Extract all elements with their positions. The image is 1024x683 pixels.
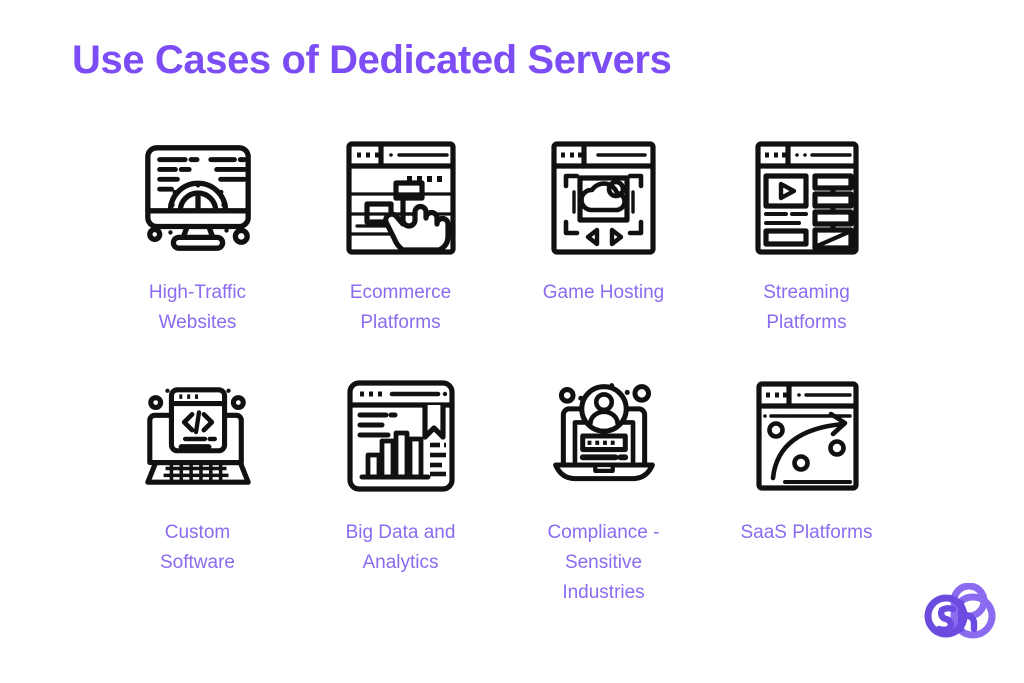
use-case-card-ecommerce-platforms[interactable]: Ecommerce Platforms [299, 138, 502, 348]
browser-arrow-nodes-icon [747, 376, 867, 496]
infographic-root: Use Cases of Dedicated Servers High-Traf… [0, 0, 1024, 683]
use-case-card-compliance-sensitive-industries[interactable]: Compliance - Sensitive Industries [502, 376, 705, 608]
use-case-card-custom-software[interactable]: Custom Software [96, 376, 299, 608]
use-case-label: High-Traffic Websites [148, 282, 247, 333]
use-case-card-big-data-analytics[interactable]: Big Data and Analytics [299, 376, 502, 608]
use-case-grid: High-Traffic Websites Ecommerce Platform… [96, 138, 908, 608]
use-case-card-game-hosting[interactable]: Game Hosting [502, 138, 705, 348]
use-case-label: Ecommerce Platforms [349, 282, 452, 333]
use-case-card-streaming-platforms[interactable]: Streaming Platforms [705, 138, 908, 348]
browser-bar-chart-bookmark-icon [341, 376, 461, 496]
use-case-label: Streaming Platforms [763, 282, 850, 333]
sh-cloud-logo [924, 582, 996, 641]
page-title: Use Cases of Dedicated Servers [72, 38, 672, 82]
browser-cloud-player-icon [544, 138, 664, 258]
use-case-label: SaaS Platforms [740, 522, 873, 543]
use-case-card-high-traffic-websites[interactable]: High-Traffic Websites [96, 138, 299, 348]
monitor-gauge-icon [138, 138, 258, 258]
browser-click-hand-icon [341, 138, 461, 258]
browser-video-playlist-icon [747, 138, 867, 258]
use-case-card-saas-platforms[interactable]: SaaS Platforms [705, 376, 908, 608]
laptop-code-icon [138, 376, 258, 496]
laptop-user-profile-icon [544, 376, 664, 496]
use-case-label: Game Hosting [542, 282, 665, 303]
use-case-label: Compliance - Sensitive Industries [547, 522, 660, 603]
use-case-row-1: High-Traffic Websites Ecommerce Platform… [96, 138, 908, 348]
use-case-label: Custom Software [160, 522, 235, 573]
use-case-label: Big Data and Analytics [345, 522, 456, 573]
use-case-row-2: Custom Software Big Data and Analytics C… [96, 376, 908, 608]
